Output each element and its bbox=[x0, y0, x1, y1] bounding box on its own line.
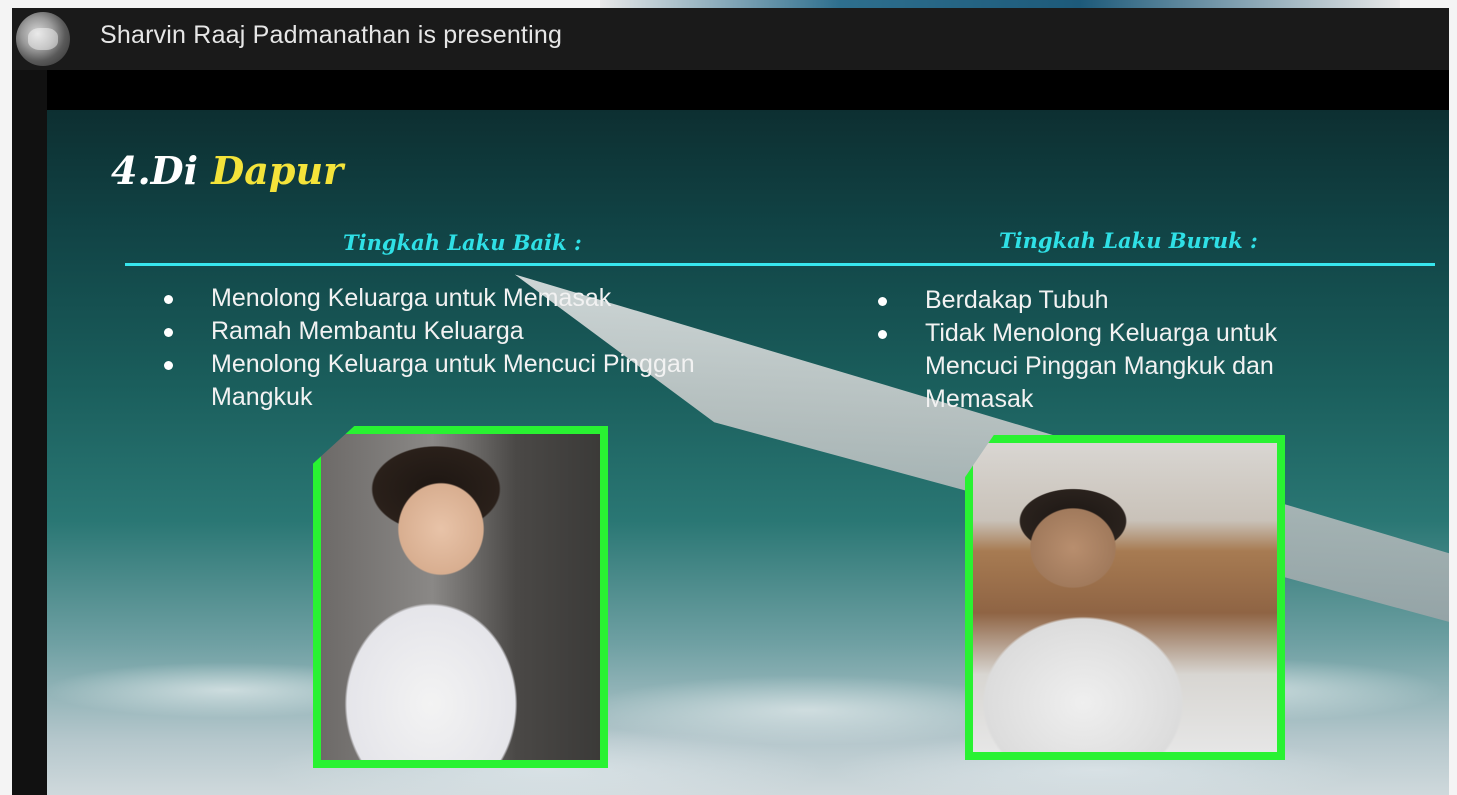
heading-divider bbox=[125, 263, 1435, 266]
list-item: Ramah Membantu Keluarga bbox=[159, 315, 719, 348]
meeting-window: Sharvin Raaj Padmanathan is presenting 4… bbox=[12, 8, 1449, 795]
good-behaviour-heading: Tingkah Laku Baik : bbox=[343, 230, 582, 255]
list-item: Menolong Keluarga untuk Memasak bbox=[159, 282, 719, 315]
slide-title: 4.Di Dapur bbox=[111, 148, 343, 193]
presenter-label: Sharvin Raaj Padmanathan is presenting bbox=[100, 21, 563, 49]
slide-title-prefix: 4.Di bbox=[111, 148, 212, 193]
presenter-bar: Sharvin Raaj Padmanathan is presenting bbox=[12, 8, 1449, 70]
list-item: Berdakap Tubuh bbox=[873, 284, 1353, 317]
shared-slide: 4.Di Dapur Tingkah Laku Baik : Tingkah L… bbox=[47, 110, 1449, 795]
screen-share-top-band bbox=[47, 70, 1449, 110]
slide-title-accent: Dapur bbox=[211, 148, 344, 193]
photo-child-using-phone bbox=[965, 435, 1285, 760]
good-behaviour-list: Menolong Keluarga untuk Memasak Ramah Me… bbox=[159, 282, 719, 414]
bad-behaviour-list: Berdakap Tubuh Tidak Menolong Keluarga u… bbox=[873, 284, 1353, 416]
photo-child-cutting-vegetables bbox=[313, 426, 608, 768]
bad-behaviour-heading: Tingkah Laku Buruk : bbox=[999, 228, 1258, 253]
list-item: Tidak Menolong Keluarga untuk Mencuci Pi… bbox=[873, 317, 1353, 416]
presenter-avatar[interactable] bbox=[16, 12, 70, 66]
list-item: Menolong Keluarga untuk Mencuci Pinggan … bbox=[159, 348, 719, 414]
